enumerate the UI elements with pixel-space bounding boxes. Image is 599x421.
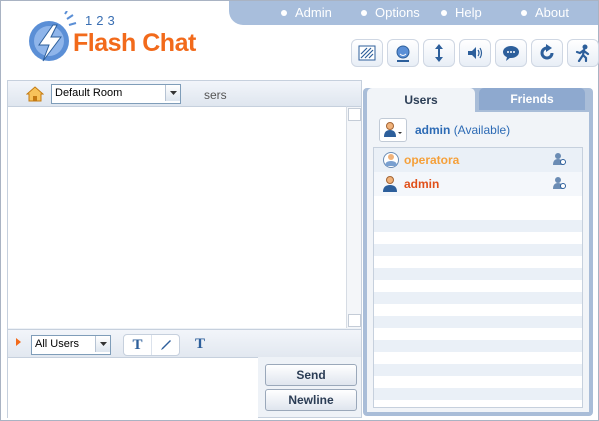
bold-button[interactable]: T [124, 335, 151, 355]
nav-help-label: Help [455, 5, 482, 20]
arrow-right-icon [16, 338, 21, 346]
bubble-button[interactable] [495, 39, 527, 67]
chevron-down-icon[interactable] [95, 336, 110, 352]
top-nav: Admin Options Help About [229, 1, 598, 25]
nav-admin[interactable]: Admin [281, 5, 332, 20]
text-color-button[interactable]: T [190, 334, 210, 354]
list-stripe [374, 340, 582, 352]
user-row-admin[interactable]: admin [374, 172, 582, 196]
smiley-button[interactable] [387, 39, 419, 67]
smiley-icon [396, 45, 410, 62]
list-stripe [374, 268, 582, 280]
logo-numbers: 123 [85, 13, 119, 28]
current-user: admin (Available) [415, 123, 510, 137]
list-stripe [374, 388, 582, 400]
pen-button[interactable] [151, 335, 179, 355]
logo-title: Flash Chat [73, 29, 196, 57]
tab-users[interactable]: Users [367, 88, 475, 112]
room-select-value: Default Room [55, 87, 123, 99]
flash-chat-logo-icon [29, 11, 77, 62]
tab-friends[interactable]: Friends [479, 88, 585, 110]
message-input[interactable] [8, 357, 258, 418]
resize-icon [435, 44, 443, 62]
skin-icon [358, 45, 376, 61]
nav-admin-label: Admin [295, 5, 332, 20]
user-info-icon[interactable] [552, 152, 566, 166]
format-group: T [123, 334, 180, 356]
room-users-label: sers [204, 88, 227, 102]
nav-about-label: About [535, 5, 569, 20]
moderator-avatar-icon [383, 152, 399, 168]
current-user-name: admin [415, 123, 451, 137]
message-area[interactable] [8, 106, 346, 328]
send-button[interactable]: Send [265, 364, 357, 386]
bubble-icon [503, 46, 519, 61]
user-name: admin [404, 177, 440, 191]
nav-about[interactable]: About [521, 5, 569, 20]
list-stripe [374, 220, 582, 232]
newline-button[interactable]: Newline [265, 389, 357, 411]
chat-panel: Default Room sers All Users T T Send New… [7, 80, 362, 418]
logout-button[interactable] [567, 39, 599, 67]
toolbar [351, 39, 599, 71]
bullet-icon [361, 9, 367, 16]
nav-help[interactable]: Help [441, 5, 482, 20]
recipient-select-value: All Users [35, 338, 80, 350]
list-stripe [374, 316, 582, 328]
messages-scrollbar[interactable] [346, 106, 361, 328]
message-toolbar: All Users T T [8, 329, 361, 357]
resize-button[interactable] [423, 39, 455, 67]
list-stripe [374, 292, 582, 304]
list-stripe [374, 244, 582, 256]
user-avatar-icon [383, 176, 397, 192]
chevron-down-icon[interactable] [165, 85, 180, 101]
nav-options[interactable]: Options [361, 5, 420, 20]
current-user-status: (Available) [453, 123, 511, 137]
user-row-operatora[interactable]: operatora [374, 148, 582, 172]
recipient-select[interactable]: All Users [31, 335, 111, 355]
refresh-icon [540, 44, 554, 60]
user-list: operatora admin [373, 147, 583, 408]
logo: 123 Flash Chat [19, 7, 209, 73]
scroll-up-arrow[interactable] [348, 108, 361, 121]
bullet-icon [281, 9, 287, 16]
users-body: admin (Available) operatora admin [367, 112, 589, 412]
room-bar: Default Room sers [8, 81, 361, 106]
bullet-icon [441, 9, 447, 16]
logout-icon [575, 44, 590, 62]
scroll-down-arrow[interactable] [348, 314, 361, 327]
status-button[interactable] [379, 118, 407, 142]
chat-app-window: 123 Flash Chat Admin Options Help About [0, 0, 599, 421]
users-panel: Users Friends admin (Available) operator… [363, 88, 593, 416]
refresh-button[interactable] [531, 39, 563, 67]
user-info-icon[interactable] [552, 176, 566, 190]
home-icon[interactable] [26, 86, 44, 102]
skin-button[interactable] [351, 39, 383, 67]
sound-icon [468, 47, 483, 59]
user-status-icon [384, 122, 402, 137]
user-name: operatora [404, 153, 460, 167]
pen-icon [160, 340, 171, 350]
list-stripe [374, 364, 582, 376]
nav-options-label: Options [375, 5, 420, 20]
sound-button[interactable] [459, 39, 491, 67]
bullet-icon [521, 9, 527, 16]
room-select[interactable]: Default Room [51, 84, 181, 104]
